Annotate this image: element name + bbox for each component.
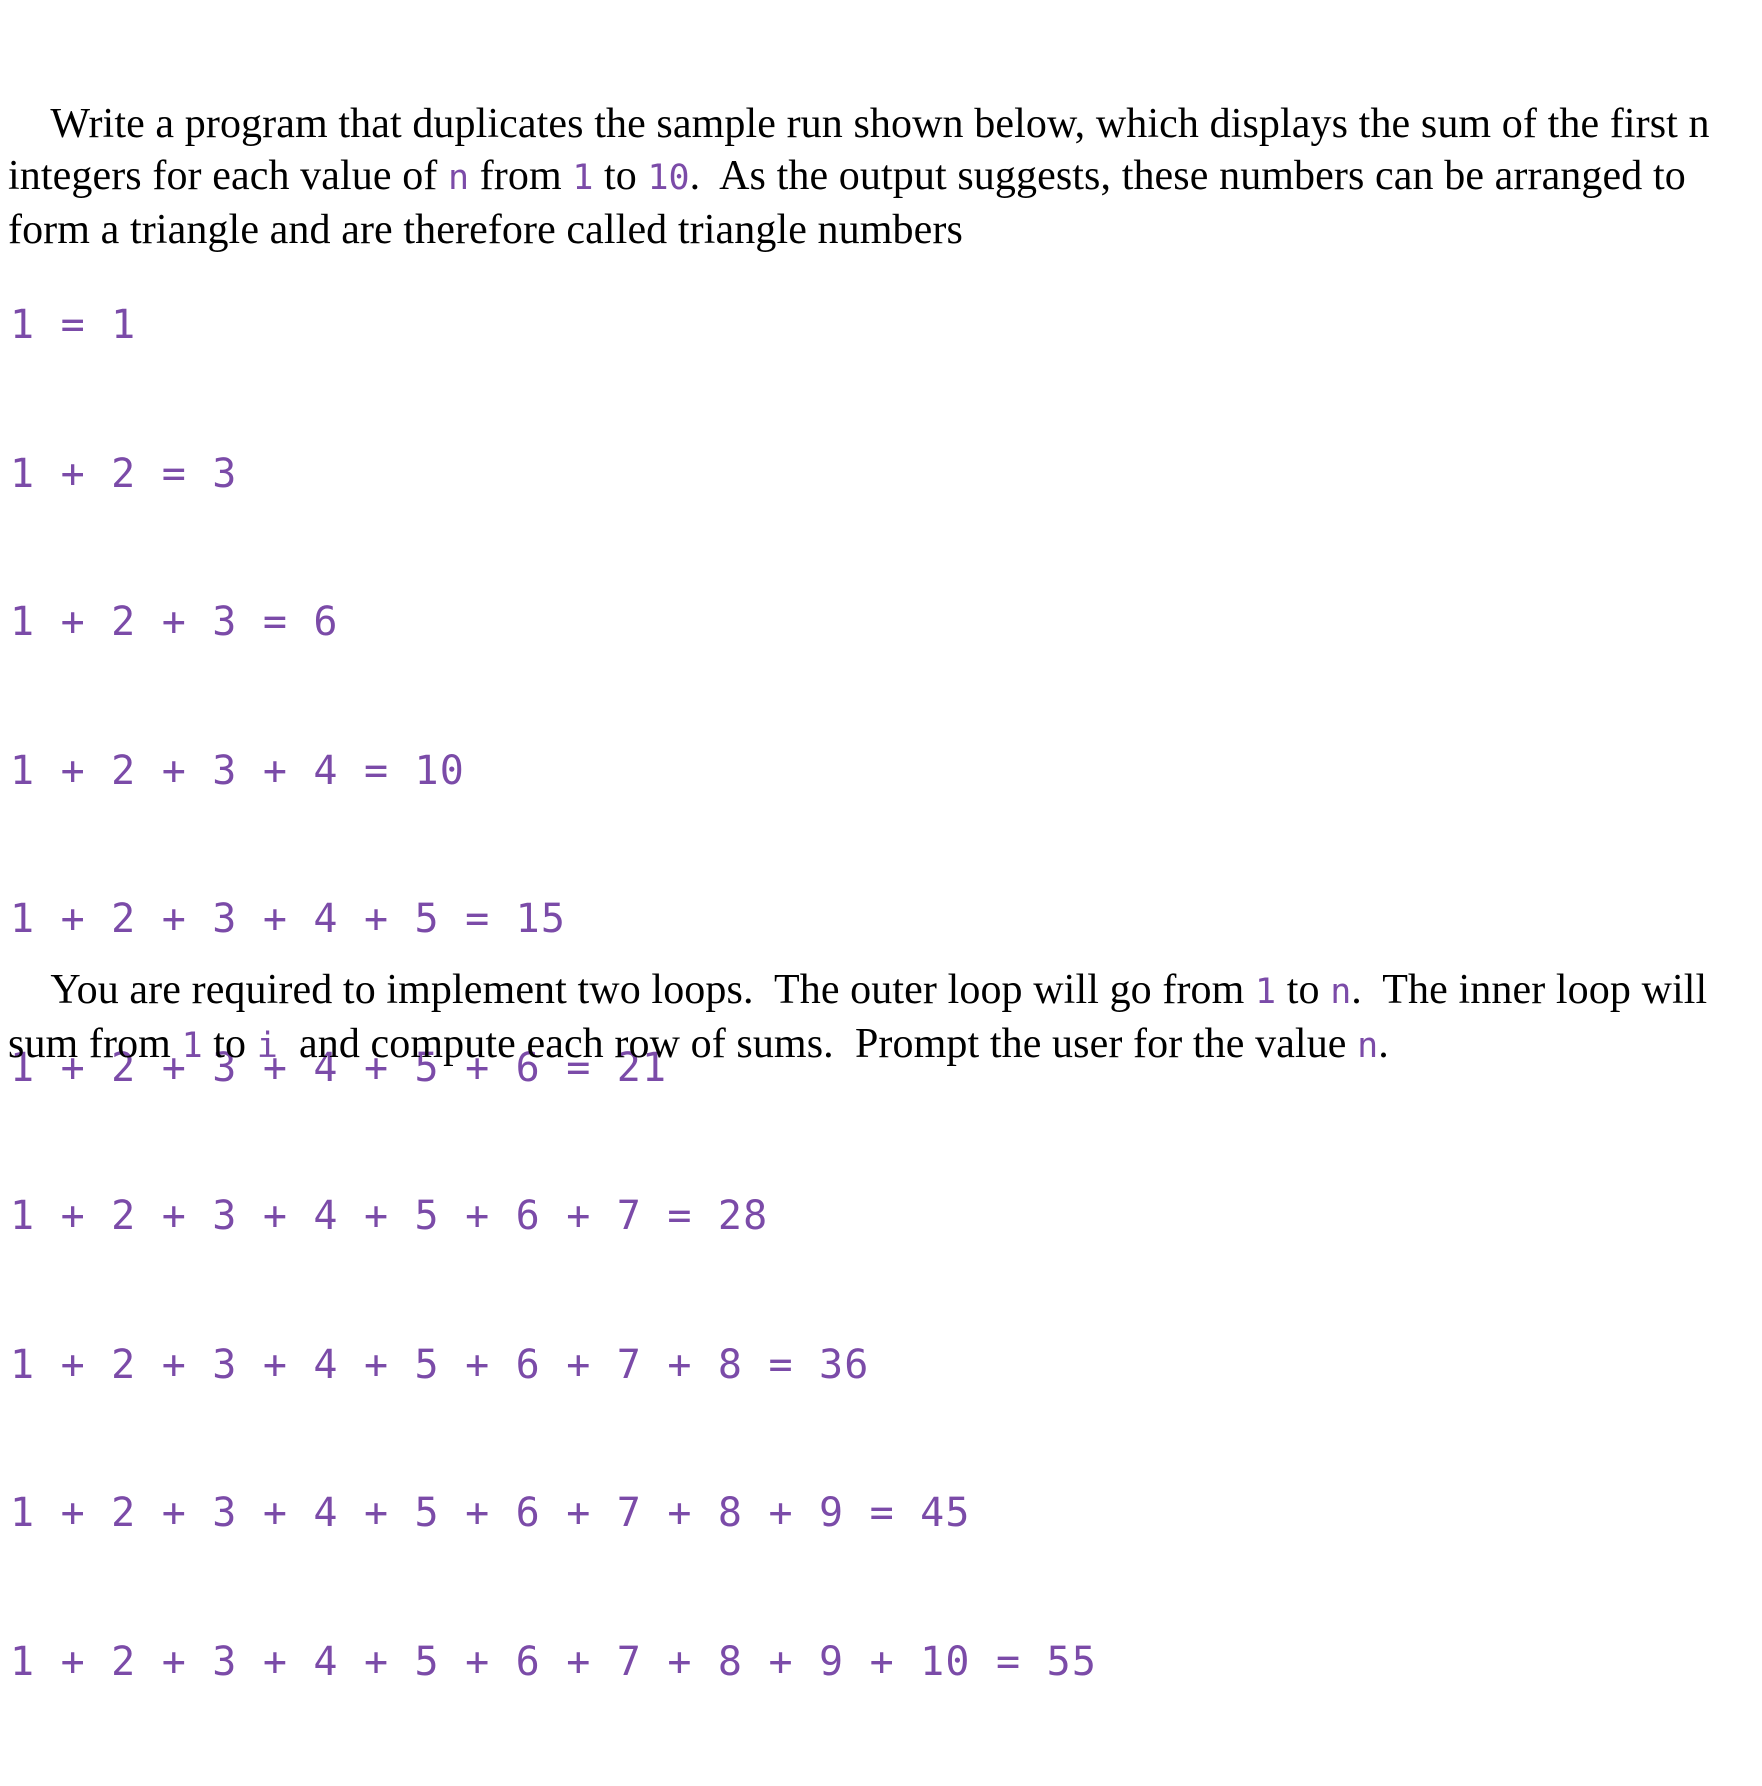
outro-text-2: to — [1276, 967, 1331, 1013]
intro-text-3: to — [593, 153, 648, 199]
inline-code-n-prompt: n — [1357, 1026, 1379, 1066]
outro-text-1: You are required to implement two loops.… — [50, 967, 1256, 1013]
output-line: 1 + 2 = 3 — [10, 450, 238, 497]
output-line: 1 + 2 + 3 + 4 + 5 + 6 + 7 + 8 + 9 + 10 =… — [10, 1638, 1098, 1685]
inline-code-i: i — [256, 1026, 278, 1066]
inline-code-n: n — [448, 158, 470, 198]
inline-code-one-outer: 1 — [1255, 972, 1277, 1012]
output-line: 1 = 1 — [10, 302, 137, 348]
inline-code-one: 1 — [572, 158, 594, 198]
output-line: 1 + 2 + 3 + 4 + 5 + 6 + 7 + 8 + 9 = 45 — [10, 1490, 971, 1536]
document-page: Write a program that duplicates the samp… — [0, 0, 1762, 1685]
inline-code-n-outer: n — [1330, 972, 1352, 1012]
inline-code-ten: 10 — [647, 158, 690, 198]
output-line: 1 + 2 + 3 + 4 = 10 — [10, 747, 466, 794]
outro-text-4: to — [202, 1021, 257, 1067]
inline-code-one-inner: 1 — [181, 1026, 203, 1066]
output-line: 1 + 2 + 3 + 4 + 5 + 6 + 7 = 28 — [10, 1193, 769, 1239]
outro-text-5: and compute each row of sums. Prompt the… — [277, 1021, 1358, 1067]
intro-text-2: from — [469, 153, 573, 199]
output-line: 1 + 2 + 3 + 4 + 5 + 6 + 7 + 8 = 36 — [10, 1341, 870, 1388]
outro-text-6: . — [1378, 1021, 1389, 1067]
output-line: 1 + 2 + 3 = 6 — [10, 599, 339, 645]
outro-paragraph: You are required to implement two loops.… — [8, 912, 1758, 1124]
